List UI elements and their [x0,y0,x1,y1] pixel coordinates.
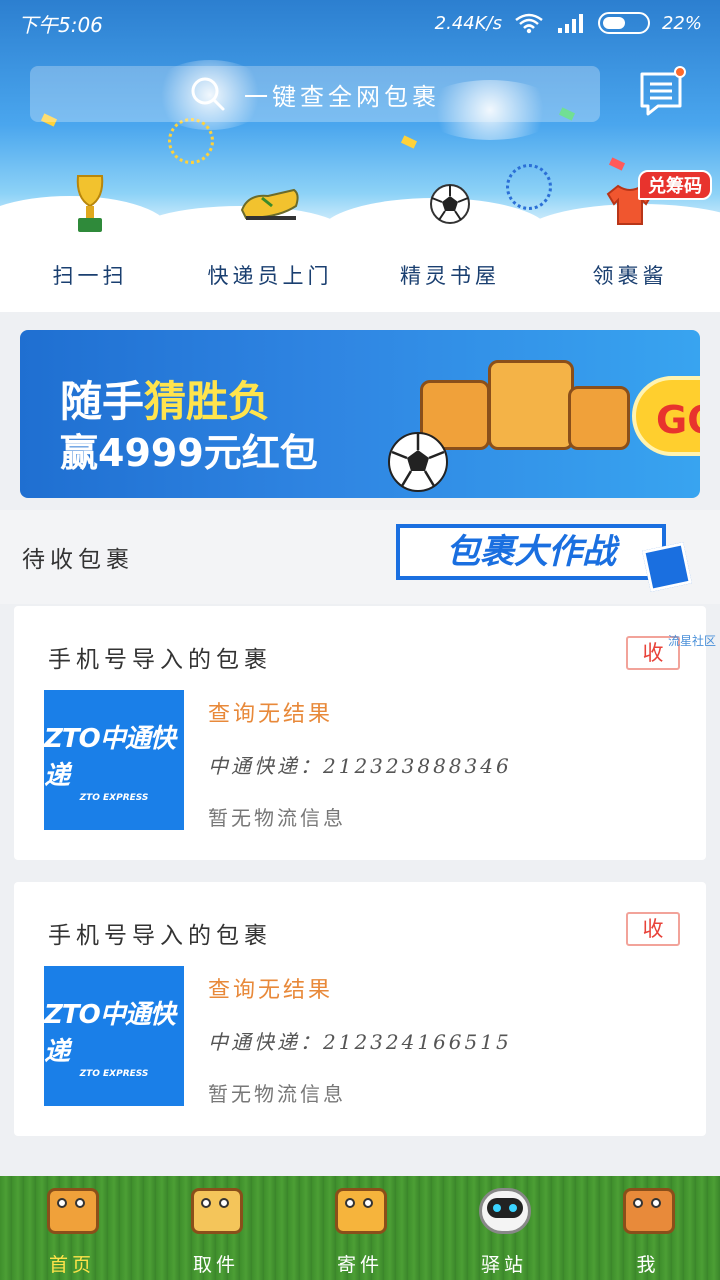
nav-station[interactable]: 驿站 [432,1176,576,1280]
nav-label: 驿站 [480,1254,527,1276]
promo-subline: 赢4999元红包 [60,431,318,475]
nav-pickup[interactable]: 取件 [144,1176,288,1280]
robot-icon [471,1180,537,1240]
soccer-ball-icon [388,432,448,492]
tracking-number: 中通快递：212324166515 [208,1030,512,1054]
status-bar: 下午5:06 2.44K/s 22% [0,0,720,46]
quick-action-label: 扫一扫 [52,264,128,288]
section-title: 待收包裹 [22,547,134,573]
nav-home[interactable]: 首页 [0,1176,144,1280]
trophy-icon [50,168,130,240]
battery-icon [597,12,650,34]
campaign-banner[interactable]: 包裹大作战 [396,524,666,580]
home-mascot-icon [39,1180,105,1240]
nav-label: 首页 [48,1254,95,1276]
header-hero: 下午5:06 2.44K/s 22% 一键查全网包裹 扫一扫 快递员上门 精灵书… [0,0,720,312]
nav-label: 取件 [192,1254,239,1276]
courier-logo-subtext: ZTO EXPRESS [79,792,149,803]
wifi-icon [515,13,543,34]
quick-action-label: 快递员上门 [207,264,333,288]
redeem-badge[interactable]: 兑筹码 [638,170,712,200]
search-bar[interactable]: 一键查全网包裹 [30,66,600,122]
courier-logo: ZTO中通快递 ZTO EXPRESS [44,966,184,1106]
courier-logo-text: ZTO中通快递 [44,999,176,1067]
promo-banner[interactable]: 随手猜胜负 赢4999元红包 GO [20,330,700,498]
package-card[interactable]: 手机号导入的包裹 收 ZTO中通快递 ZTO EXPRESS 查询无结果 中通快… [14,882,706,1136]
go-button[interactable]: GO [632,376,700,456]
soccer-shoe-icon [230,168,310,240]
package-title: 手机号导入的包裹 [48,647,272,673]
nav-me[interactable]: 我 [576,1176,720,1280]
mascot-illustration [568,386,630,450]
network-speed: 2.44K/s [434,12,502,34]
notification-dot [674,66,686,78]
confetti-decoration [400,135,418,149]
send-mascot-icon [327,1180,393,1240]
logistics-status: 暂无物流信息 [208,806,346,830]
courier-logo: ZTO中通快递 ZTO EXPRESS [44,690,184,830]
promo-headline-prefix: 随手 [60,377,145,426]
quick-action-label: 领裹酱 [592,264,668,288]
quick-action-bookstore[interactable]: 精灵书屋 [360,168,540,298]
promo-headline: 随手猜胜负 [60,368,270,429]
package-card[interactable]: 手机号导入的包裹 收 ZTO中通快递 ZTO EXPRESS 查询无结果 中通快… [14,606,706,860]
pickup-mascot-icon [183,1180,249,1240]
courier-logo-subtext: ZTO EXPRESS [79,1068,149,1079]
nav-label: 寄件 [336,1254,383,1276]
battery-percent: 22% [661,12,702,34]
cube-icon [642,542,692,592]
soccer-ball-icon [410,168,490,240]
quick-action-scan[interactable]: 扫一扫 [0,168,180,298]
package-title: 手机号导入的包裹 [48,923,272,949]
query-result: 查询无结果 [208,978,334,1003]
bottom-nav: 首页 取件 寄件 驿站 我 [0,1176,720,1280]
watermark: 流星社区 [668,634,717,648]
mascot-illustration [488,360,574,450]
firework-decoration [168,118,214,164]
search-icon [191,77,225,111]
quick-action-label: 精灵书屋 [400,264,500,288]
collect-button[interactable]: 收 [626,912,680,946]
logistics-status: 暂无物流信息 [208,1082,346,1106]
nav-label: 我 [636,1254,660,1276]
me-mascot-icon [615,1180,681,1240]
promo-headline-highlight: 猜胜负 [144,377,271,426]
quick-action-courier-pickup[interactable]: 快递员上门 [180,168,360,298]
nav-send[interactable]: 寄件 [288,1176,432,1280]
courier-logo-text: ZTO中通快递 [44,723,176,791]
quick-actions: 扫一扫 快递员上门 精灵书屋 领裹酱 [0,168,720,298]
status-time: 下午5:06 [18,12,103,37]
search-placeholder: 一键查全网包裹 [244,82,440,111]
tracking-number: 中通快递：212323888346 [208,754,512,778]
query-result: 查询无结果 [208,702,334,727]
signal-icon [557,14,583,33]
status-indicators: 2.44K/s 22% [435,12,702,34]
